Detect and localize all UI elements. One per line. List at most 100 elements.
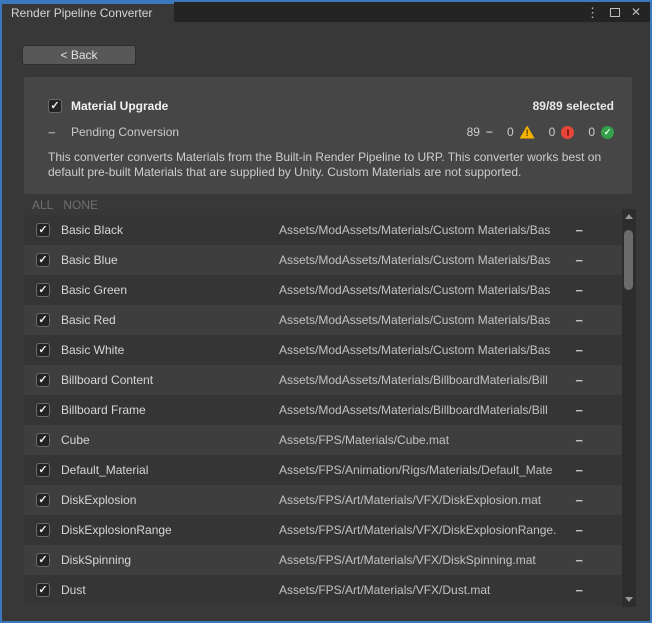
material-name: Billboard Content — [61, 373, 153, 387]
material-row[interactable]: Basic Green Assets/ModAssets/Materials/C… — [24, 275, 622, 305]
material-name: Default_Material — [61, 463, 148, 477]
error-circle-icon — [561, 126, 574, 139]
material-row[interactable]: Cube Assets/FPS/Materials/Cube.mat − — [24, 425, 622, 455]
menu-icon[interactable]: ⋮ — [586, 6, 599, 19]
back-button[interactable]: < Back — [22, 45, 136, 65]
pending-dash-icon[interactable]: − — [48, 125, 62, 140]
material-name: Basic Red — [61, 313, 116, 327]
material-row[interactable]: Basic Black Assets/ModAssets/Materials/C… — [24, 215, 622, 245]
material-path: Assets/ModAssets/Materials/Custom Materi… — [279, 343, 566, 357]
window-controls: ⋮ ✕ — [586, 2, 650, 22]
material-row[interactable]: DiskExplosionRange Assets/FPS/Art/Materi… — [24, 515, 622, 545]
material-name: DiskExplosionRange — [61, 523, 172, 537]
material-checkbox[interactable] — [36, 493, 50, 507]
material-row[interactable]: Billboard Content Assets/ModAssets/Mater… — [24, 365, 622, 395]
selection-controls: ALL NONE — [32, 198, 98, 212]
material-checkbox[interactable] — [36, 373, 50, 387]
pending-status-dash-icon: − — [486, 125, 493, 139]
close-icon[interactable]: ✕ — [631, 6, 641, 18]
warning-triangle-icon — [520, 126, 535, 139]
status-dash-icon: − — [575, 343, 583, 358]
material-row[interactable]: Basic Red Assets/ModAssets/Materials/Cus… — [24, 305, 622, 335]
material-row[interactable]: Dust Assets/FPS/Art/Materials/VFX/Dust.m… — [24, 575, 622, 605]
converter-panel: Material Upgrade 89/89 selected − Pendin… — [24, 77, 632, 194]
material-path: Assets/ModAssets/Materials/Custom Materi… — [279, 313, 566, 327]
material-checkbox[interactable] — [36, 253, 50, 267]
status-dash-icon: − — [575, 253, 583, 268]
material-row[interactable]: Default_Material Assets/FPS/Animation/Ri… — [24, 455, 622, 485]
material-path: Assets/FPS/Art/Materials/VFX/DiskExplosi… — [279, 523, 566, 537]
status-dash-icon: − — [575, 463, 583, 478]
status-dash-icon: − — [575, 583, 583, 598]
scrollbar-thumb[interactable] — [624, 230, 633, 290]
material-checkbox[interactable] — [36, 403, 50, 417]
material-name: Basic White — [61, 343, 124, 357]
material-row[interactable]: Billboard Frame Assets/ModAssets/Materia… — [24, 395, 622, 425]
material-checkbox[interactable] — [36, 283, 50, 297]
material-checkbox[interactable] — [36, 523, 50, 537]
material-checkbox[interactable] — [36, 583, 50, 597]
material-path: Assets/FPS/Art/Materials/VFX/DiskExplosi… — [279, 493, 566, 507]
material-path: Assets/ModAssets/Materials/BillboardMate… — [279, 373, 566, 387]
material-path: Assets/ModAssets/Materials/BillboardMate… — [279, 403, 566, 417]
material-row[interactable]: DiskExplosion Assets/FPS/Art/Materials/V… — [24, 485, 622, 515]
status-dash-icon: − — [575, 433, 583, 448]
select-none-button[interactable]: NONE — [63, 198, 98, 212]
material-name: Basic Green — [61, 283, 127, 297]
material-path: Assets/FPS/Art/Materials/VFX/DiskSpinnin… — [279, 553, 566, 567]
status-dash-icon: − — [575, 373, 583, 388]
selected-count: 89/89 selected — [533, 99, 614, 113]
conversion-stats: 89 − 0 0 0 — [467, 125, 614, 139]
material-checkbox[interactable] — [36, 313, 50, 327]
material-name: Basic Blue — [61, 253, 118, 267]
error-count: 0 — [549, 125, 556, 139]
material-name: DiskExplosion — [61, 493, 136, 507]
material-checkbox[interactable] — [36, 463, 50, 477]
material-name: Cube — [61, 433, 90, 447]
converter-description: This converter converts Materials from t… — [48, 150, 614, 180]
scroll-down-icon[interactable] — [625, 597, 633, 602]
check-circle-icon — [601, 126, 614, 139]
material-path: Assets/ModAssets/Materials/Custom Materi… — [279, 253, 566, 267]
status-dash-icon: − — [575, 313, 583, 328]
titlebar: Render Pipeline Converter ⋮ ✕ — [2, 2, 650, 22]
material-checkbox[interactable] — [36, 343, 50, 357]
status-dash-icon: − — [575, 283, 583, 298]
pending-label: Pending Conversion — [71, 125, 179, 139]
status-dash-icon: − — [575, 523, 583, 538]
success-count: 0 — [588, 125, 595, 139]
scrollbar[interactable] — [622, 209, 636, 607]
window-title: Render Pipeline Converter — [11, 6, 152, 20]
material-path: Assets/ModAssets/Materials/Custom Materi… — [279, 223, 566, 237]
converter-title: Material Upgrade — [71, 99, 168, 113]
select-all-button[interactable]: ALL — [32, 198, 53, 212]
material-name: Dust — [61, 583, 86, 597]
material-row[interactable]: Basic White Assets/ModAssets/Materials/C… — [24, 335, 622, 365]
material-row[interactable]: Basic Blue Assets/ModAssets/Materials/Cu… — [24, 245, 622, 275]
material-upgrade-checkbox[interactable] — [48, 99, 62, 113]
pending-count: 89 — [467, 125, 480, 139]
material-checkbox[interactable] — [36, 433, 50, 447]
material-checkbox[interactable] — [36, 553, 50, 567]
converter-header-row: Material Upgrade 89/89 selected — [48, 98, 614, 114]
material-name: Billboard Frame — [61, 403, 146, 417]
warning-count: 0 — [507, 125, 514, 139]
pending-conversion-row: − Pending Conversion 89 − 0 0 0 — [48, 124, 614, 140]
status-dash-icon: − — [575, 493, 583, 508]
material-name: Basic Black — [61, 223, 123, 237]
materials-list: Basic Black Assets/ModAssets/Materials/C… — [24, 215, 622, 605]
material-name: DiskSpinning — [61, 553, 131, 567]
material-path: Assets/ModAssets/Materials/Custom Materi… — [279, 283, 566, 297]
window-tab[interactable]: Render Pipeline Converter — [2, 2, 174, 22]
material-path: Assets/FPS/Animation/Rigs/Materials/Defa… — [279, 463, 566, 477]
status-dash-icon: − — [575, 223, 583, 238]
scroll-up-icon[interactable] — [625, 214, 633, 219]
material-path: Assets/FPS/Materials/Cube.mat — [279, 433, 566, 447]
status-dash-icon: − — [575, 553, 583, 568]
material-checkbox[interactable] — [36, 223, 50, 237]
render-pipeline-converter-window: Render Pipeline Converter ⋮ ✕ < Back Mat… — [0, 0, 652, 623]
maximize-icon[interactable] — [610, 8, 620, 17]
material-path: Assets/FPS/Art/Materials/VFX/Dust.mat — [279, 583, 566, 597]
status-dash-icon: − — [575, 403, 583, 418]
material-row[interactable]: DiskSpinning Assets/FPS/Art/Materials/VF… — [24, 545, 622, 575]
